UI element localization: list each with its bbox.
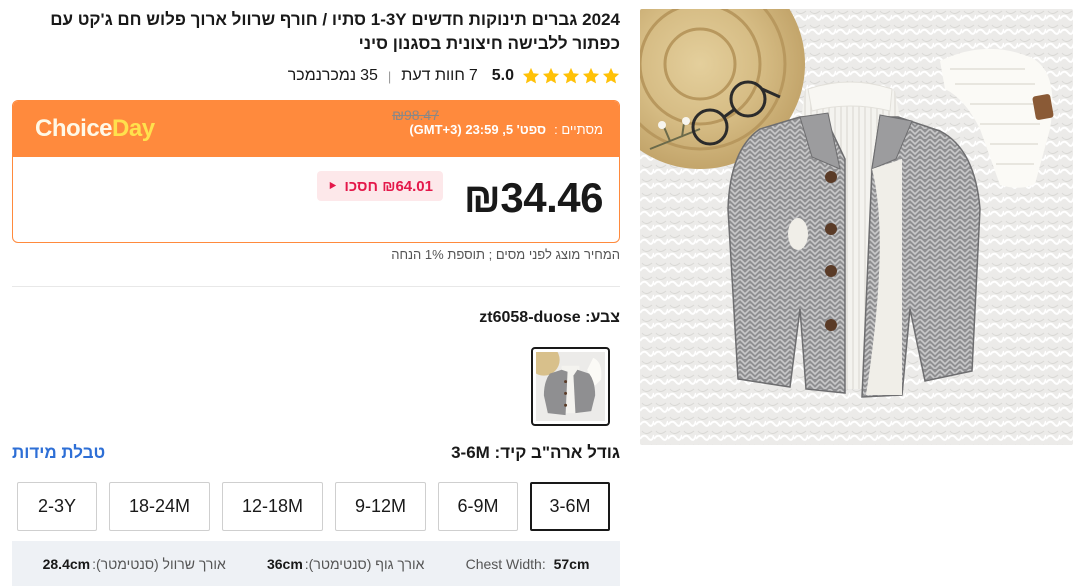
measure-sleeve-length: אורך שרוול (סנטימטר): 28.4cm	[43, 556, 226, 572]
choice-day-banner: מסתיים : ספט' 5, 23:59 (GMT+3) ChoiceDay	[13, 101, 619, 157]
section-divider	[12, 286, 620, 287]
jacket-photo	[640, 9, 1073, 445]
size-option-3-6m[interactable]: 3-6M	[530, 482, 610, 531]
product-main-image[interactable]	[640, 9, 1073, 445]
original-price: ₪98.47	[392, 107, 439, 123]
sold-count: 35	[360, 67, 378, 84]
size-option-12-18m[interactable]: 12-18M	[222, 482, 323, 531]
measure-chest: Chest Width: 57cm	[466, 556, 590, 572]
size-option-6-9m[interactable]: 6-9M	[438, 482, 518, 531]
savings-badge: ₪64.01 חסכו	[317, 171, 443, 201]
color-label: צבע: zt6058-duose	[479, 309, 620, 327]
star-icon	[582, 67, 600, 84]
choice-day-price-card: מסתיים : ספט' 5, 23:59 (GMT+3) ChoiceDay…	[12, 100, 620, 243]
size-option-2-3y[interactable]: 2-3Y	[17, 482, 97, 531]
savings-text: ₪64.01 חסכו	[344, 177, 433, 195]
product-title: 2024 גברים תינוקות חדשים 1-3Y סתיו / חור…	[50, 10, 620, 53]
arrow-down-icon	[327, 179, 338, 194]
deal-end-info: מסתיים : ספט' 5, 23:59 (GMT+3)	[409, 122, 603, 137]
stats-separator: |	[387, 68, 392, 84]
size-option-18-24m[interactable]: 18-24M	[109, 482, 210, 531]
deal-end-time: ספט' 5, 23:59 (GMT+3)	[409, 121, 547, 137]
size-measurements: Chest Width: 57cm אורך גוף (סנטימטר): 36…	[12, 541, 620, 586]
reviews-label: חוות דעת	[401, 67, 465, 84]
choice-day-logo: ChoiceDay	[35, 115, 155, 143]
measure-body-length-value: 36cm	[266, 555, 303, 572]
size-label: גודל ארה"ב קיד: 3-6M	[451, 443, 620, 462]
color-swatch-selected[interactable]	[531, 347, 610, 426]
measure-sleeve-length-label: אורך שרוול (סנטימטר):	[92, 555, 226, 572]
brand-day-text: Day	[112, 115, 155, 142]
size-chart-link[interactable]: טבלת מידות	[12, 443, 105, 463]
measure-sleeve-length-value: 28.4cm	[42, 555, 91, 572]
brand-choice-text: Choice	[35, 115, 113, 142]
rating-score: 5.0	[491, 67, 514, 84]
measure-chest-label: Chest Width:	[465, 555, 546, 572]
deal-end-label: מסתיים :	[554, 121, 603, 137]
current-price: ₪34.46	[463, 174, 604, 221]
rating-stars	[522, 67, 620, 85]
color-value: zt6058-duose	[479, 309, 581, 326]
reviews-count: 7	[468, 67, 478, 84]
size-options: 3-6M 6-9M 9-12M 12-18M 18-24M 2-3Y	[17, 482, 610, 531]
star-icon	[542, 67, 560, 84]
measure-body-length-label: אורך גוף (סנטימטר):	[304, 555, 425, 572]
measure-chest-value: 57cm	[553, 555, 590, 572]
measure-body-length: אורך גוף (סנטימטר): 36cm	[267, 556, 424, 572]
size-option-9-12m[interactable]: 9-12M	[335, 482, 426, 531]
rating-row[interactable]: 5.0 7 חוות דעת | 35 נמכרנמכר	[288, 64, 620, 88]
star-icon	[602, 67, 620, 84]
swatch-thumbnail	[536, 352, 605, 421]
tax-note: המחיר מוצג לפני מסים ; תוספת 1% הנחה	[391, 247, 620, 262]
color-label-prefix: צבע:	[585, 309, 620, 326]
sold-label: נמכרנמכר	[287, 67, 357, 84]
star-icon	[562, 67, 580, 84]
star-icon	[522, 67, 540, 84]
price-body: ₪34.46 ₪64.01 חסכו	[13, 157, 619, 242]
